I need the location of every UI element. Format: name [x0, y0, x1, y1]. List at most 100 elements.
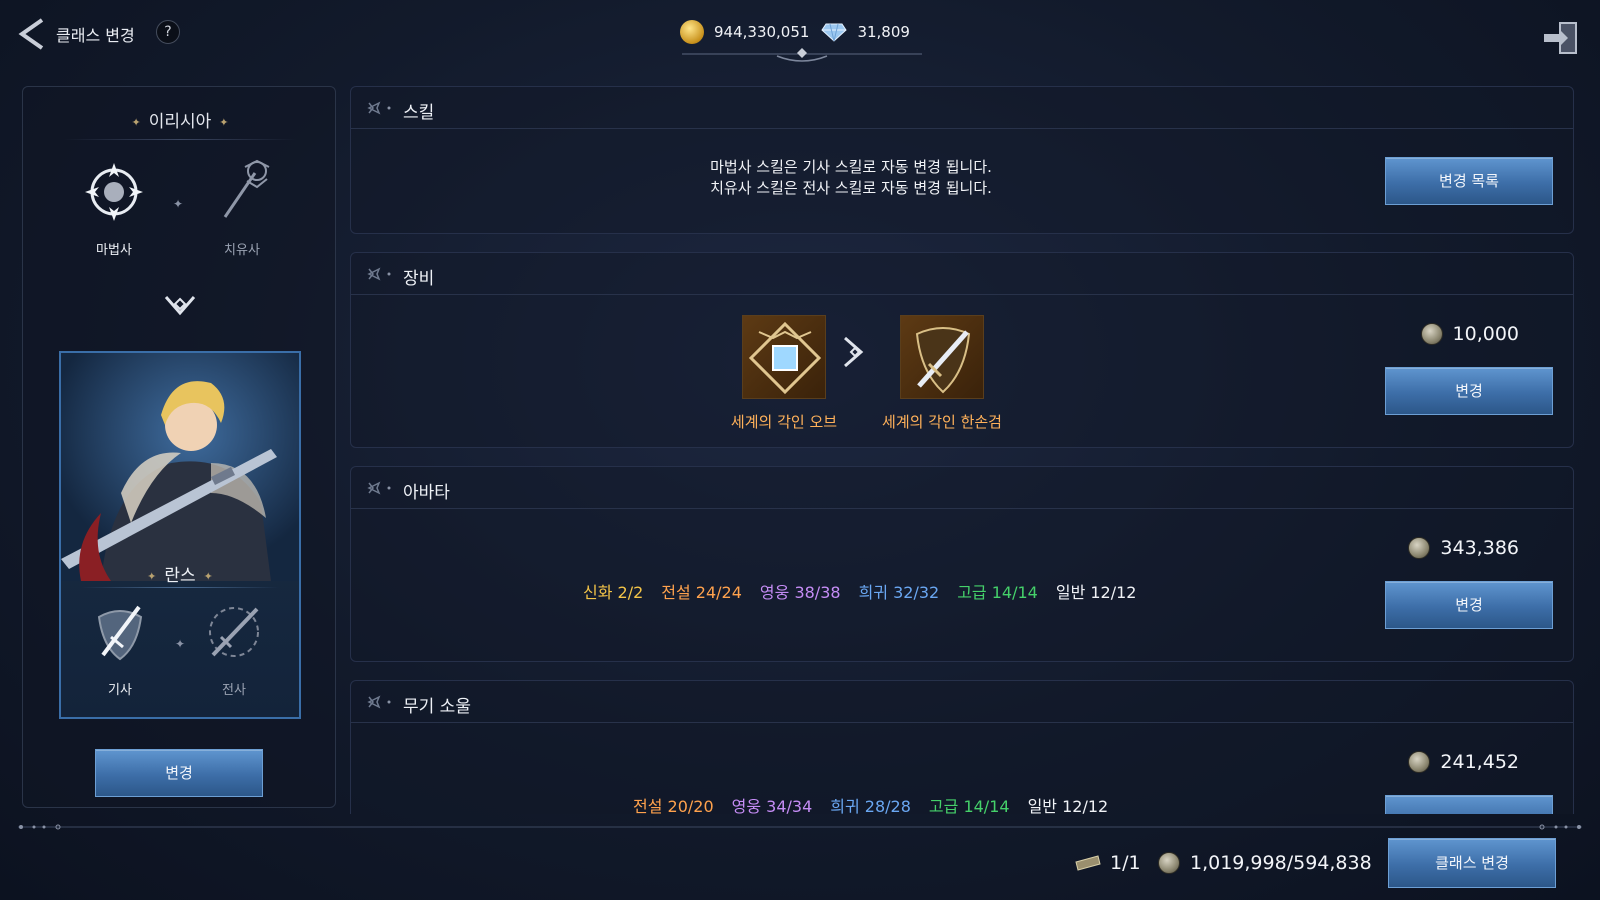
sword-item-icon [915, 327, 971, 394]
star-icon: ✦ [147, 569, 157, 583]
current-class-healer[interactable]: 치유사 [197, 157, 287, 258]
section-title: 스킬 [403, 103, 435, 123]
cost-amount: 241,452 [1440, 751, 1519, 773]
grade-count: 영웅 38/38 [759, 583, 841, 602]
section-ornament-icon [367, 481, 391, 495]
ticket-amount: 1/1 [1110, 852, 1141, 874]
warrior-sword-icon [209, 607, 259, 657]
character-portrait: ✦ 란스 ✦ 기사 ✦ 전사 [59, 351, 301, 719]
gem-amount: 31,809 [857, 23, 910, 41]
total-cost-amount: 1,019,998/594,838 [1190, 852, 1372, 874]
grade-count: 전설 24/24 [661, 583, 742, 602]
class-select-panel: ✦ 이리시아 ✦ 마법사 ✦ 치유사 ✦ 란스 ✦ 기사 ✦ 전사 변경 [22, 86, 336, 808]
change-button[interactable]: 변경 [1385, 367, 1553, 415]
source-item[interactable]: 세계의 각인 오브 [709, 315, 859, 432]
class-label: 마법사 [96, 243, 132, 258]
section-title: 장비 [403, 269, 435, 289]
target-class-knight[interactable]: 기사 [75, 597, 165, 698]
item-name: 세계의 각인 한손검 [882, 413, 1002, 431]
section-header: 스킬 [351, 87, 1573, 129]
class-label: 전사 [222, 683, 246, 698]
section-ornament-icon [367, 267, 391, 281]
chevron-right-icon [844, 336, 864, 368]
healer-staff-icon [223, 159, 270, 218]
grade-count: 희귀 28/28 [830, 797, 911, 814]
grade-count: 고급 14/14 [957, 583, 1038, 602]
knight-emblem-icon [97, 605, 143, 661]
cost-display: 343,386 [1408, 537, 1519, 559]
gold-coin-icon [680, 20, 704, 44]
avatar-section: 아바타 신화 2/2 전설 24/24 영웅 38/38 희귀 32/32 고급 14/… [350, 466, 1574, 662]
grade-count: 희귀 32/32 [858, 583, 940, 602]
grade-count: 전설 20/20 [633, 797, 714, 814]
weapon-soul-section: 무기 소울 전설 20/20 영웅 34/34 희귀 28/28 고급 14/14 일반… [350, 680, 1574, 814]
section-header: 장비 [351, 253, 1573, 295]
item-slot [742, 315, 826, 399]
section-header: 무기 소울 [351, 681, 1573, 723]
ticket-count: 1/1 [1074, 848, 1141, 878]
change-button[interactable]: 변경 [95, 749, 263, 797]
star-icon: ✦ [131, 115, 141, 129]
skill-info-text: 마법사 스킬은 기사 스킬로 자동 변경 됩니다. 치유사 스킬은 전사 스킬로… [351, 157, 1351, 199]
section-ornament-icon [367, 695, 391, 709]
ticket-icon [1075, 855, 1101, 871]
coin-icon [1408, 537, 1431, 559]
separator-star: ✦ [175, 637, 186, 651]
grade-count: 고급 14/14 [928, 797, 1010, 814]
cost-display: 10,000 [1420, 323, 1519, 345]
cost-display: 241,452 [1408, 751, 1519, 773]
divider [81, 587, 279, 588]
race-name: ✦ 이리시아 ✦ [131, 112, 229, 132]
mage-emblem-icon [85, 163, 143, 221]
gold-amount: 944,330,051 [714, 23, 810, 41]
class-label: 기사 [108, 683, 132, 698]
grade-count: 영웅 34/34 [731, 797, 813, 814]
weapon-soul-grade-counts: 전설 20/20 영웅 34/34 희귀 28/28 고급 14/14 일반 12/12 [633, 793, 1108, 814]
separator-star: ✦ [173, 197, 184, 211]
class-change-button[interactable]: 클래스 변경 [1388, 838, 1556, 888]
equipment-section: 장비 세계의 각인 오브 세계의 각인 한손검 10,000 변경 [350, 252, 1574, 448]
target-class-warrior[interactable]: 전사 [189, 597, 279, 698]
change-button[interactable] [1385, 795, 1553, 814]
target-item[interactable]: 세계의 각인 한손검 [867, 315, 1017, 432]
orb-item-icon [748, 321, 822, 395]
divider [63, 139, 297, 140]
cost-amount: 343,386 [1440, 537, 1519, 559]
section-title: 무기 소울 [403, 697, 471, 717]
section-title: 아바타 [403, 483, 450, 503]
skill-line: 마법사 스킬은 기사 스킬로 자동 변경 됩니다. [710, 158, 992, 176]
exit-door-icon[interactable] [1542, 20, 1582, 56]
top-bar: 클래스 변경 ? 944,330,051 31,809 [0, 0, 1600, 66]
currency-display: 944,330,051 31,809 [680, 20, 910, 44]
diamond-icon [821, 23, 848, 42]
coin-icon [1408, 751, 1431, 773]
help-button[interactable]: ? [156, 20, 180, 44]
chevron-down-icon [164, 296, 196, 316]
total-cost: 1,019,998/594,838 [1158, 848, 1372, 878]
skill-section: 스킬 마법사 스킬은 기사 스킬로 자동 변경 됩니다. 치유사 스킬은 전사 … [350, 86, 1574, 234]
weapon-soul-clip: 무기 소울 전설 20/20 영웅 34/34 희귀 28/28 고급 14/14 일반… [350, 680, 1574, 814]
character-name: ✦ 란스 ✦ [147, 566, 213, 586]
character-art [61, 353, 299, 581]
grade-count: 일반 12/12 [1027, 797, 1109, 814]
section-header: 아바타 [351, 467, 1573, 509]
class-label: 치유사 [224, 243, 260, 258]
cost-amount: 10,000 [1452, 323, 1519, 345]
bottom-divider [18, 824, 1582, 830]
coin-icon [1158, 852, 1180, 874]
current-class-mage[interactable]: 마법사 [69, 157, 159, 258]
grade-count: 신화 2/2 [583, 583, 644, 602]
section-ornament-icon [367, 101, 391, 115]
item-name: 세계의 각인 오브 [730, 413, 838, 431]
back-arrow-icon[interactable] [16, 16, 48, 52]
coin-icon [1420, 323, 1443, 345]
change-button[interactable]: 변경 [1385, 581, 1553, 629]
currency-ornament [682, 48, 922, 62]
grade-count: 일반 12/12 [1055, 583, 1137, 602]
change-list-button[interactable]: 변경 목록 [1385, 157, 1553, 205]
item-slot [900, 315, 984, 399]
star-icon: ✦ [203, 569, 213, 583]
skill-line: 치유사 스킬은 전사 스킬로 자동 변경 됩니다. [710, 179, 992, 197]
page-title: 클래스 변경 [56, 26, 135, 45]
avatar-grade-counts: 신화 2/2 전설 24/24 영웅 38/38 희귀 32/32 고급 14/14 일반… [583, 579, 1136, 603]
